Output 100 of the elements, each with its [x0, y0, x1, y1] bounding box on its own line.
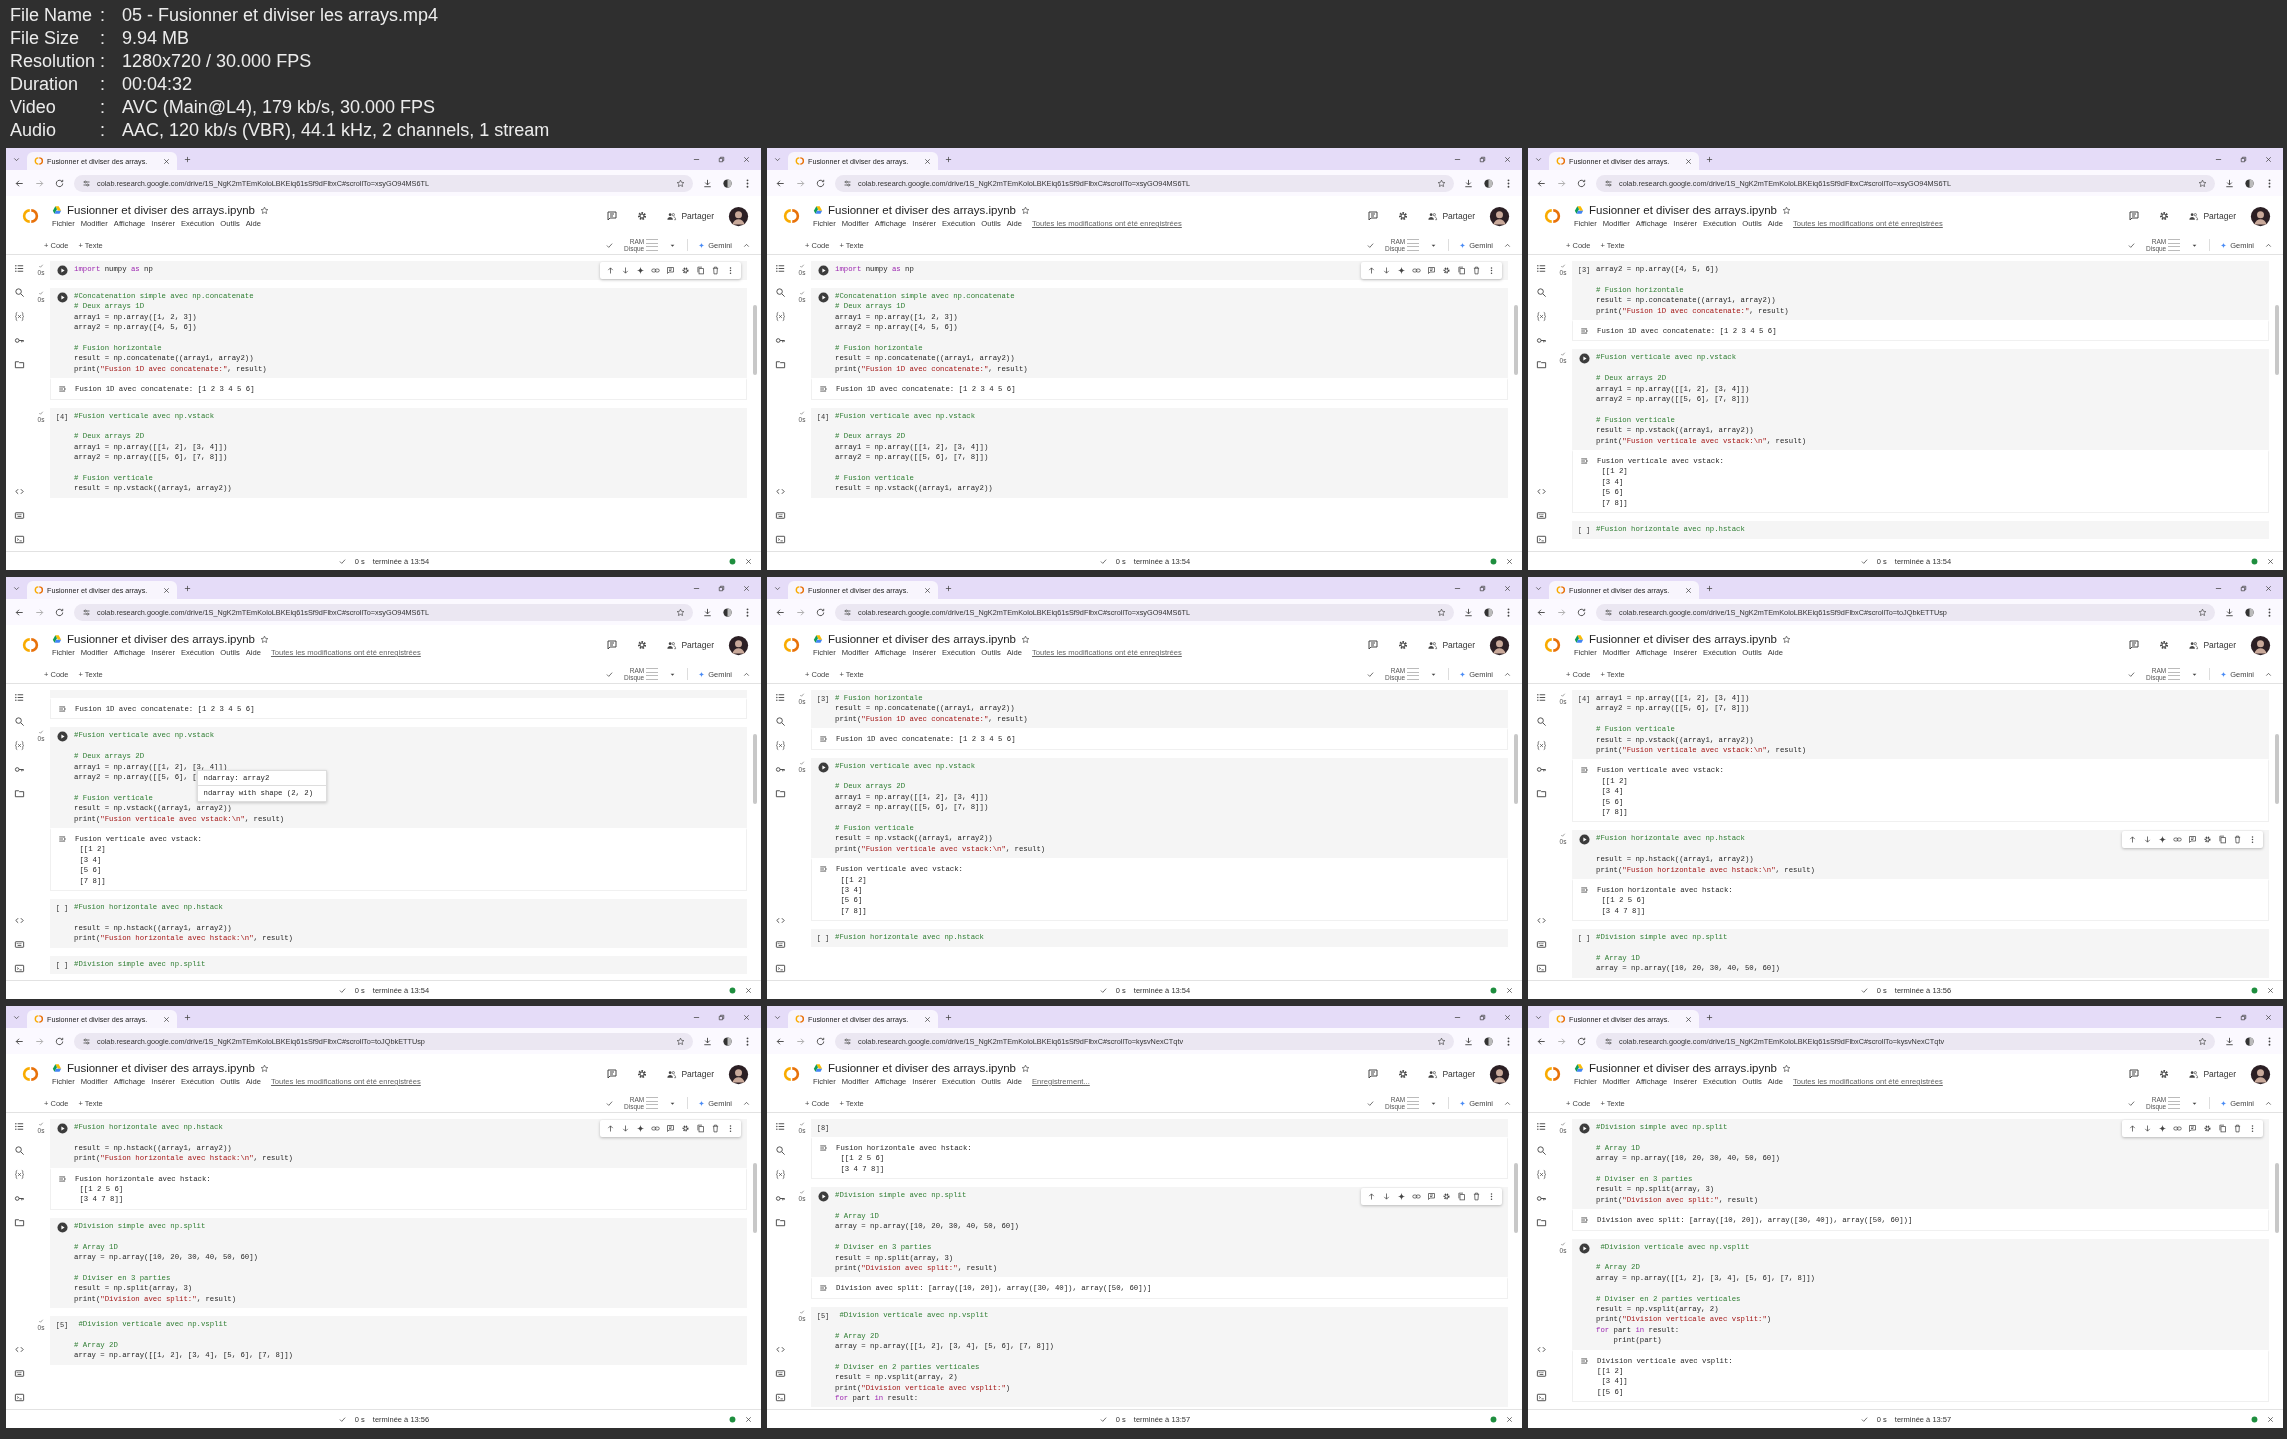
- code-cell[interactable]: [50, 727, 747, 892]
- output-icon[interactable]: [819, 1283, 829, 1294]
- bookmark-icon[interactable]: [1437, 178, 1446, 188]
- restore-icon[interactable]: [2239, 583, 2248, 593]
- scrollbar-thumb[interactable]: [2275, 734, 2279, 804]
- tab-close-icon[interactable]: [923, 1014, 932, 1024]
- move-up-icon[interactable]: [1367, 1192, 1376, 1202]
- avatar[interactable]: [2250, 1063, 2271, 1085]
- search-icon[interactable]: [774, 1145, 786, 1156]
- search-icon[interactable]: [1535, 1145, 1547, 1156]
- close-icon[interactable]: [1503, 154, 1512, 164]
- download-icon[interactable]: [1463, 606, 1474, 618]
- profile-icon[interactable]: [2244, 1035, 2255, 1047]
- share-button[interactable]: Partager: [2184, 636, 2240, 654]
- site-info-icon[interactable]: [1604, 607, 1613, 617]
- bookmark-icon[interactable]: [2198, 178, 2207, 188]
- terminal-icon[interactable]: [1535, 1392, 1547, 1403]
- close-icon[interactable]: [744, 985, 753, 995]
- reload-icon[interactable]: [1576, 177, 1587, 189]
- keyboard-icon[interactable]: [1535, 1368, 1547, 1379]
- code-icon[interactable]: [1535, 486, 1547, 497]
- output-icon[interactable]: [1580, 326, 1590, 336]
- settings-icon[interactable]: [681, 266, 690, 275]
- run-button[interactable]: [817, 292, 829, 303]
- share-button[interactable]: Partager: [662, 207, 718, 225]
- profile-icon[interactable]: [1483, 1035, 1494, 1047]
- keyboard-icon[interactable]: [774, 1368, 786, 1379]
- sparkle-icon[interactable]: [2158, 835, 2167, 845]
- star-icon[interactable]: [1020, 634, 1030, 644]
- code-icon[interactable]: [1535, 915, 1547, 926]
- folder-icon[interactable]: [1535, 1217, 1547, 1228]
- output-icon[interactable]: [58, 1173, 68, 1184]
- run-button[interactable]: [56, 265, 68, 276]
- code-icon[interactable]: [774, 1344, 786, 1355]
- site-info-icon[interactable]: [843, 178, 852, 188]
- code-icon[interactable]: [1535, 1344, 1547, 1355]
- variables-icon[interactable]: [1535, 311, 1547, 322]
- search-icon[interactable]: [1535, 287, 1547, 298]
- notebook-title[interactable]: Fusionner et diviser des arrays.ipynb: [828, 1062, 1016, 1074]
- share-button[interactable]: Partager: [662, 636, 718, 654]
- keyboard-icon[interactable]: [13, 1368, 25, 1379]
- table-of-contents-icon[interactable]: [774, 1121, 786, 1132]
- settings-icon[interactable]: [2158, 639, 2171, 651]
- settings-icon[interactable]: [1442, 266, 1451, 275]
- table-of-contents-icon[interactable]: [13, 263, 25, 274]
- close-icon[interactable]: [2264, 583, 2273, 593]
- back-icon[interactable]: [14, 1035, 25, 1047]
- folder-icon[interactable]: [13, 788, 25, 799]
- bookmark-icon[interactable]: [1437, 607, 1446, 617]
- new-tab-icon[interactable]: [944, 154, 953, 164]
- avatar[interactable]: [1489, 205, 1510, 227]
- move-down-icon[interactable]: [2143, 835, 2152, 845]
- close-icon[interactable]: [742, 1012, 751, 1022]
- notebook-title[interactable]: Fusionner et diviser des arrays.ipynb: [1589, 204, 1777, 216]
- scrollbar-thumb[interactable]: [2275, 305, 2279, 375]
- new-tab-icon[interactable]: [183, 154, 192, 164]
- close-icon[interactable]: [1503, 583, 1512, 593]
- star-icon[interactable]: [259, 205, 269, 215]
- link-icon[interactable]: [651, 266, 660, 275]
- key-icon[interactable]: [1535, 764, 1547, 775]
- run-button[interactable]: [1578, 1123, 1590, 1134]
- close-icon[interactable]: [744, 1414, 753, 1424]
- back-icon[interactable]: [1536, 1035, 1547, 1047]
- comment-icon[interactable]: [2188, 835, 2197, 845]
- link-icon[interactable]: [2173, 1124, 2182, 1133]
- site-info-icon[interactable]: [843, 607, 852, 617]
- avatar[interactable]: [728, 1063, 749, 1085]
- key-icon[interactable]: [774, 1193, 786, 1204]
- close-icon[interactable]: [2264, 1012, 2273, 1022]
- star-icon[interactable]: [1781, 1063, 1791, 1073]
- site-info-icon[interactable]: [82, 607, 91, 617]
- output-icon[interactable]: [1580, 765, 1590, 776]
- reload-icon[interactable]: [54, 177, 65, 189]
- variables-icon[interactable]: [13, 311, 25, 322]
- back-icon[interactable]: [1536, 606, 1547, 618]
- profile-icon[interactable]: [722, 177, 733, 189]
- folder-icon[interactable]: [13, 1217, 25, 1228]
- output-icon[interactable]: [1580, 885, 1590, 896]
- settings-icon[interactable]: [636, 639, 649, 651]
- sparkle-icon[interactable]: [1397, 1192, 1406, 1202]
- delete-icon[interactable]: [2233, 835, 2242, 845]
- code-cell[interactable]: [1572, 349, 2269, 514]
- scrollbar-thumb[interactable]: [1514, 734, 1518, 804]
- download-icon[interactable]: [702, 177, 713, 189]
- copy-icon[interactable]: [2218, 1124, 2227, 1133]
- run-button[interactable]: [56, 1221, 68, 1233]
- restore-icon[interactable]: [2239, 154, 2248, 164]
- close-icon[interactable]: [1505, 985, 1514, 995]
- move-down-icon[interactable]: [621, 266, 630, 275]
- code-cell[interactable]: [811, 1187, 1508, 1299]
- output-icon[interactable]: [1580, 1355, 1590, 1366]
- search-icon[interactable]: [13, 716, 25, 727]
- copy-icon[interactable]: [696, 266, 705, 275]
- profile-icon[interactable]: [2244, 606, 2255, 618]
- terminal-icon[interactable]: [774, 1392, 786, 1403]
- comment-icon[interactable]: [1367, 210, 1380, 222]
- sparkle-icon[interactable]: [636, 1124, 645, 1133]
- reload-icon[interactable]: [815, 606, 826, 618]
- share-button[interactable]: Partager: [2184, 207, 2240, 225]
- profile-icon[interactable]: [722, 606, 733, 618]
